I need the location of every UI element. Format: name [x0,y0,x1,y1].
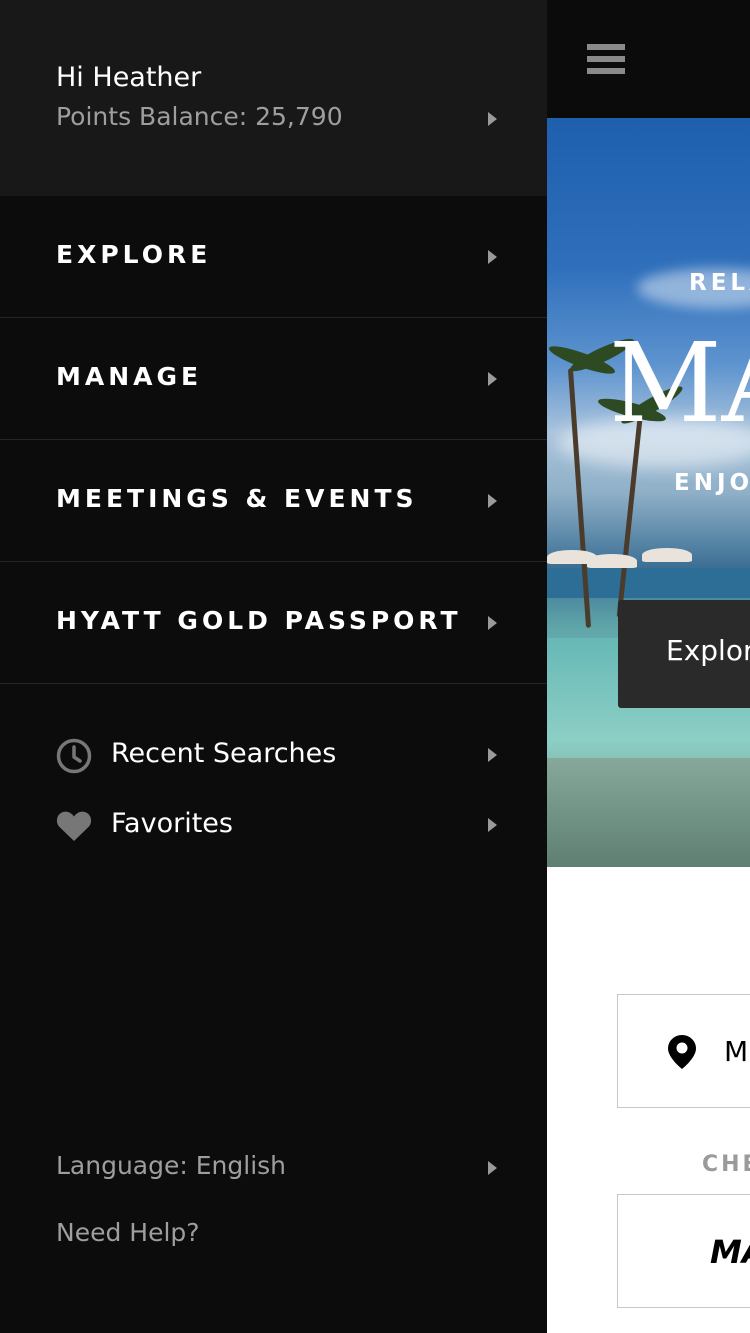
location-value: M [724,1035,749,1068]
nav-item-meetings-events[interactable]: MEETINGS & EVENTS [0,440,547,562]
chevron-right-icon [488,616,497,630]
checkin-label: CHE [702,1152,750,1177]
recent-searches-item[interactable]: Recent Searches [0,726,547,786]
need-help-link[interactable]: Need Help? [0,1210,547,1260]
chevron-right-icon [488,748,497,762]
nav-item-gold-passport[interactable]: HYATT GOLD PASSPORT [0,562,547,684]
umbrella-decoration [587,554,637,568]
hero-banner: RELA MA ENJO Explor [547,118,750,867]
chevron-right-icon [488,112,497,126]
favorites-label: Favorites [111,808,233,839]
nav-item-label: EXPLORE [56,240,212,269]
hamburger-menu-icon[interactable] [587,44,625,74]
checkin-date-value: MA [710,1233,750,1271]
deck-decoration [547,758,750,867]
chevron-right-icon [488,372,497,386]
hero-subtitle: ENJO [674,470,750,496]
hero-kicker: RELA [689,270,750,296]
nav-item-label: HYATT GOLD PASSPORT [56,606,462,635]
nav-item-label: MANAGE [56,362,203,391]
points-balance: Points Balance: 25,790 [56,102,343,131]
need-help-label: Need Help? [56,1218,200,1247]
profile-summary[interactable]: Hi Heather Points Balance: 25,790 [0,0,547,196]
favorites-item[interactable]: Favorites [0,796,547,856]
clock-icon [56,738,92,774]
heart-icon [56,811,92,841]
chevron-right-icon [488,494,497,508]
chevron-right-icon [488,250,497,264]
user-greeting: Hi Heather [56,62,202,93]
sea-decoration [547,568,750,598]
nav-item-explore[interactable]: EXPLORE [0,196,547,318]
location-field[interactable]: M [617,994,750,1108]
main-header [547,0,750,118]
recent-searches-label: Recent Searches [111,738,337,769]
chevron-right-icon [488,818,497,832]
explore-button[interactable]: Explor [618,600,750,708]
chevron-right-icon [488,1161,497,1175]
hero-title: MA [609,319,750,447]
nav-item-label: MEETINGS & EVENTS [56,484,418,513]
location-pin-icon [668,1035,696,1069]
language-selector[interactable]: Language: English [0,1143,547,1193]
checkin-date-field[interactable]: MA [617,1194,750,1308]
nav-item-manage[interactable]: MANAGE [0,318,547,440]
main-page: RELA MA ENJO Explor M CHE MA [547,0,750,1333]
language-label: Language: English [56,1151,287,1180]
navigation-drawer: Hi Heather Points Balance: 25,790 EXPLOR… [0,0,547,1333]
umbrella-decoration [642,548,692,562]
